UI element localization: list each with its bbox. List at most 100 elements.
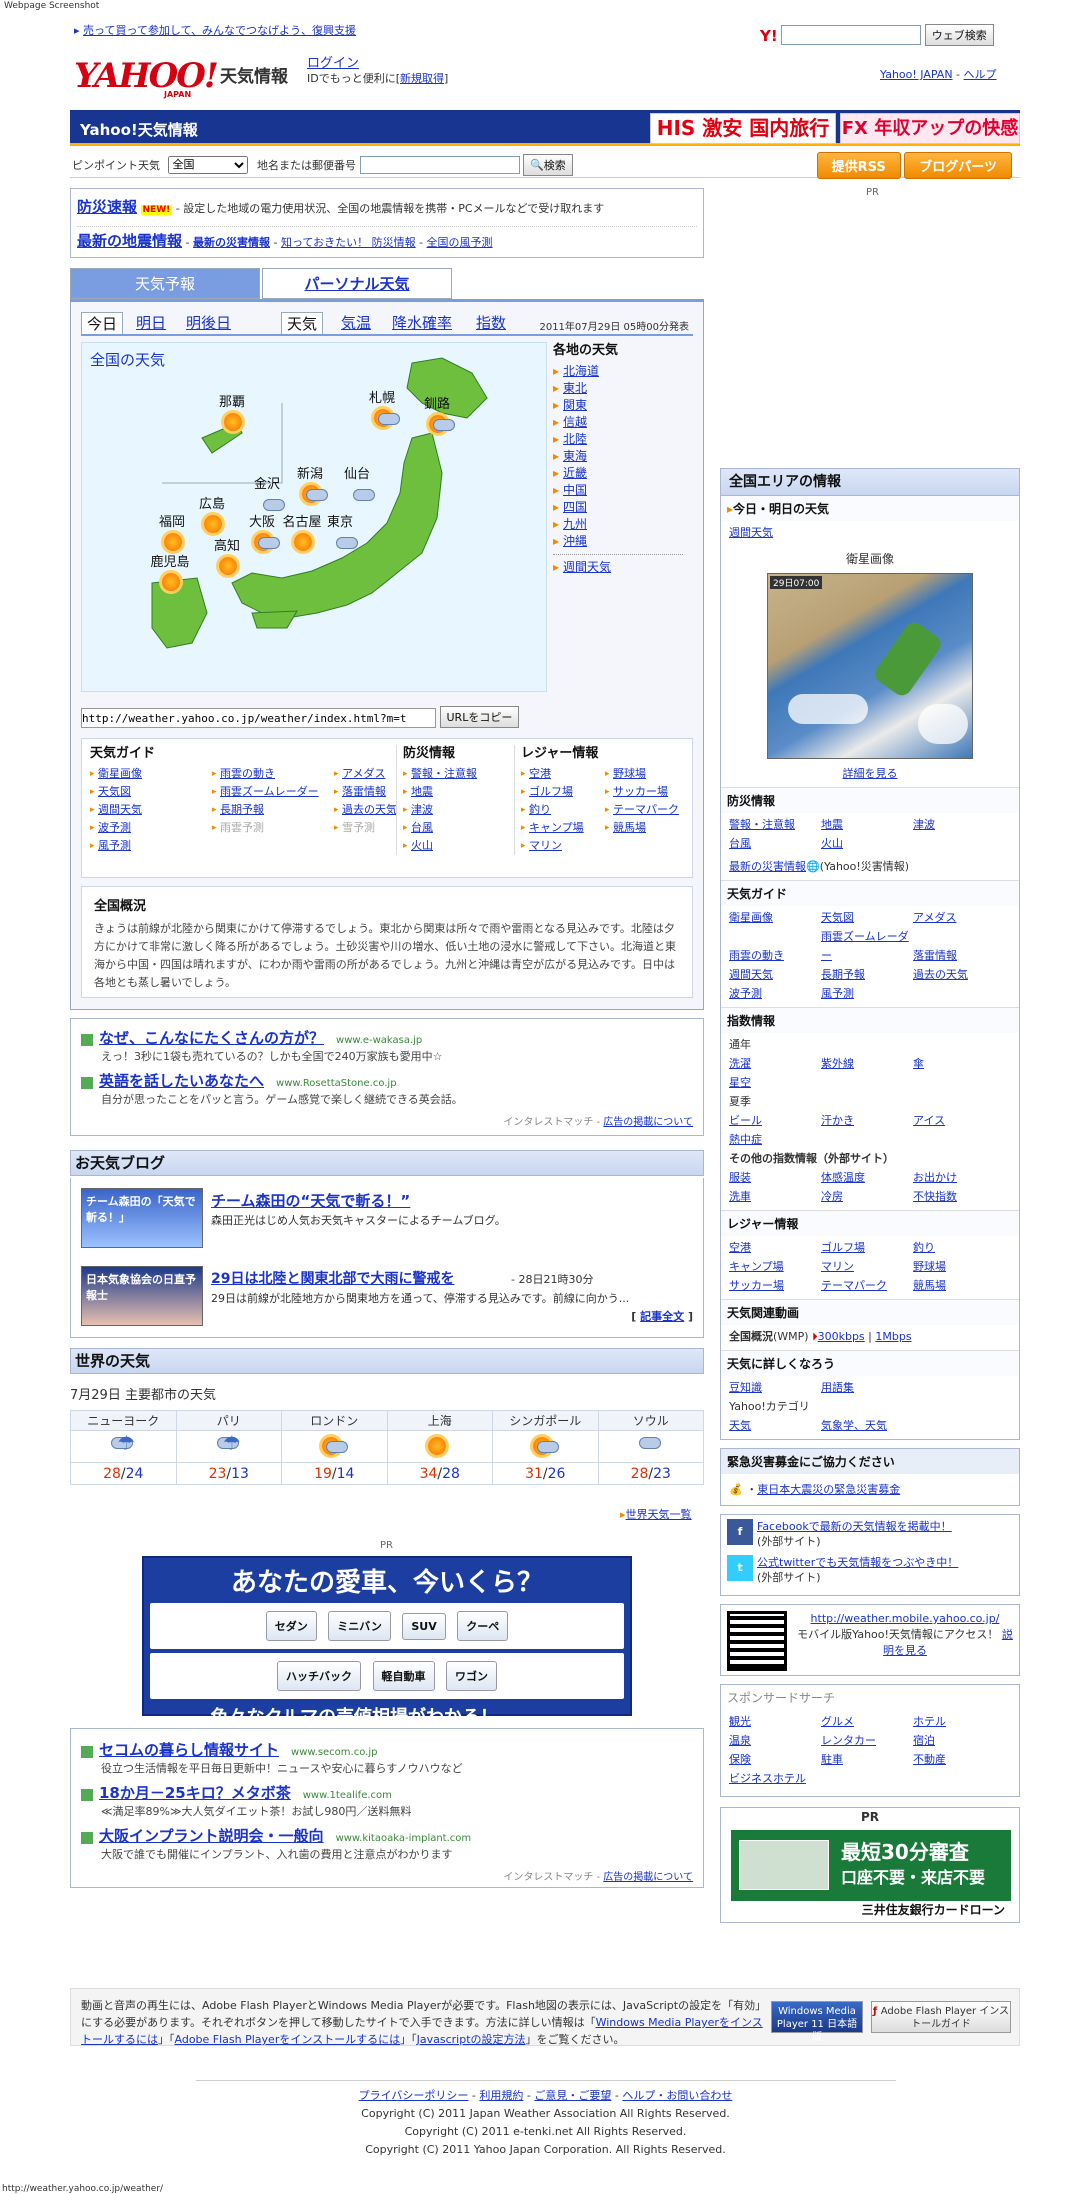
donate-link[interactable]: 東日本大震災の緊急災害募金 bbox=[757, 1480, 900, 1499]
rail-link[interactable]: 週間天気 bbox=[729, 965, 821, 984]
his-banner-ad[interactable]: HIS 激安 国内旅行 bbox=[650, 113, 836, 144]
rail-link[interactable]: 汗かき bbox=[821, 1111, 913, 1130]
satellite-image[interactable]: 29日07:00 bbox=[767, 573, 973, 759]
rail-link[interactable]: 衛星画像 bbox=[729, 908, 821, 927]
tab-tomorrow[interactable]: 明日 bbox=[131, 312, 171, 334]
rail-link[interactable]: 台風 bbox=[729, 834, 821, 853]
ad-meta-link[interactable]: 広告の掲載について bbox=[603, 1117, 693, 1128]
zip-input[interactable] bbox=[359, 156, 520, 174]
blogparts-button[interactable]: ブログパーツ bbox=[904, 152, 1012, 179]
rail-link[interactable]: ゴルフ場 bbox=[821, 1238, 913, 1257]
guide-link[interactable]: 長期予報 bbox=[212, 801, 334, 819]
footer-help-link[interactable]: ヘルプ・お問い合わせ bbox=[622, 2089, 732, 2102]
rail-link[interactable]: テーマパーク bbox=[821, 1276, 913, 1295]
rail-link[interactable]: 宿泊 bbox=[913, 1731, 1005, 1750]
rail-link[interactable]: 洗濯 bbox=[729, 1054, 821, 1073]
flash-install-link[interactable]: Adobe Flash Playerをインストールするには bbox=[175, 2033, 401, 2046]
blog1-title[interactable]: チーム森田の“天気で斬る！” bbox=[211, 1190, 410, 1211]
terms-link[interactable]: 利用規約 bbox=[479, 2089, 523, 2102]
bank-loan-ad[interactable]: 最短30分審査 口座不要・来店不要 三井住友銀行カードローン bbox=[731, 1830, 1011, 1918]
top-promo-link[interactable]: ▸ 売って買って参加して、みんなでつなげよう、復興支援 bbox=[74, 22, 356, 38]
feedback-link[interactable]: ご意見・ご要望 bbox=[534, 2089, 611, 2102]
rail-link[interactable]: 津波 bbox=[913, 815, 1005, 834]
rail-link[interactable]: 長期予報 bbox=[821, 965, 913, 984]
yahoo-japan-link[interactable]: Yahoo! JAPAN bbox=[880, 68, 953, 81]
leisure-link[interactable]: 競馬場 bbox=[605, 819, 689, 837]
tab-today[interactable]: 今日 bbox=[81, 312, 124, 334]
rail-link[interactable]: アメダス bbox=[913, 908, 1005, 927]
disaster-news-link[interactable]: 最新の災害情報 bbox=[193, 236, 270, 249]
rail-link[interactable]: 競馬場 bbox=[913, 1276, 1005, 1295]
ad-title-link[interactable]: なぜ、こんなにたくさんの方が？ bbox=[99, 1029, 324, 1047]
rail-link[interactable]: お出かけ bbox=[913, 1168, 1005, 1187]
rail-link[interactable]: 服装 bbox=[729, 1168, 821, 1187]
rail-link[interactable]: 波予測 bbox=[729, 984, 821, 1003]
rail-link[interactable]: 過去の天気 bbox=[913, 965, 1005, 984]
wind-forecast-link[interactable]: 全国の風予測 bbox=[427, 236, 493, 249]
facebook-link[interactable]: Facebookで最新の天気情報を掲載中！ bbox=[757, 1520, 952, 1533]
fx-banner-ad[interactable]: FX 年収アップの快感 bbox=[840, 113, 1020, 144]
region-link[interactable]: 東北 bbox=[553, 380, 683, 397]
blog2-title[interactable]: 29日は北陸と関東北部で大雨に警戒を bbox=[211, 1268, 454, 1288]
region-link[interactable]: 信越 bbox=[553, 414, 683, 431]
tab-index[interactable]: 指数 bbox=[471, 312, 511, 334]
ad-meta-2-link[interactable]: 広告の掲載について bbox=[603, 1872, 693, 1883]
rail-link[interactable]: 野球場 bbox=[913, 1257, 1005, 1276]
tab-weather[interactable]: 天気 bbox=[281, 312, 324, 334]
page-url-field[interactable] bbox=[81, 708, 436, 728]
rail-link[interactable]: レンタカー bbox=[821, 1731, 913, 1750]
register-link[interactable]: 新規取得 bbox=[400, 72, 444, 85]
rail-link[interactable]: マリン bbox=[821, 1257, 913, 1276]
guide-link[interactable]: 衛星画像 bbox=[90, 765, 212, 783]
ad-title-link[interactable]: 大阪インプラント説明会・一般向 bbox=[99, 1827, 324, 1845]
rail-link[interactable]: 天気図 bbox=[821, 908, 913, 927]
region-link[interactable]: 関東 bbox=[553, 397, 683, 414]
rail-link[interactable]: 熱中症 bbox=[729, 1130, 821, 1149]
leisure-link[interactable]: 空港 bbox=[521, 765, 605, 783]
guide-link[interactable]: 週間天気 bbox=[90, 801, 212, 819]
rail-link[interactable]: 体感温度 bbox=[821, 1168, 913, 1187]
mobile-url-link[interactable]: http://weather.mobile.yahoo.co.jp/ bbox=[811, 1612, 1000, 1625]
quake-link[interactable]: 最新の地震情報 bbox=[77, 232, 182, 250]
region-select[interactable]: 全国 bbox=[167, 156, 248, 174]
blog1-thumbnail[interactable]: チーム森田の「天気で斬る！」 bbox=[81, 1188, 203, 1248]
ad-title-link[interactable]: 英語を話したいあなたへ bbox=[99, 1072, 264, 1090]
leisure-link[interactable]: 野球場 bbox=[605, 765, 689, 783]
tab-dayafter[interactable]: 明後日 bbox=[181, 312, 236, 334]
sat-more-link[interactable]: 詳細を見る bbox=[843, 767, 898, 780]
category-meteorology-link[interactable]: 気象学、天気 bbox=[821, 1416, 887, 1435]
know-bousai-link[interactable]: 知っておきたい！ 防災情報 bbox=[281, 236, 416, 249]
rail-link[interactable]: 星空 bbox=[729, 1073, 821, 1092]
rail-link[interactable]: 落雷情報 bbox=[913, 946, 1005, 965]
rail-link[interactable]: 地震 bbox=[821, 815, 913, 834]
leisure-link[interactable]: サッカー場 bbox=[605, 783, 689, 801]
ad-title-link[interactable]: セコムの暮らし情報サイト bbox=[99, 1741, 279, 1759]
tab-forecast[interactable]: 天気予報 bbox=[70, 268, 260, 299]
rail-link[interactable]: 保険 bbox=[729, 1750, 821, 1769]
car-type-minivan[interactable]: ミニバン bbox=[328, 1611, 391, 1641]
rail-link[interactable]: 不快指数 bbox=[913, 1187, 1005, 1206]
rail-link[interactable]: キャンプ場 bbox=[729, 1257, 821, 1276]
car-type-coupe[interactable]: クーペ bbox=[457, 1611, 509, 1641]
region-link[interactable]: 沖縄 bbox=[553, 533, 683, 550]
rail-link[interactable]: 観光 bbox=[729, 1712, 821, 1731]
guide-link[interactable]: 雨雲ズームレーダー bbox=[212, 783, 334, 801]
yahoo-logo[interactable]: YAHOO! JAPAN bbox=[74, 58, 219, 99]
rail-link[interactable]: 警報・注意報 bbox=[729, 815, 821, 834]
rail-link[interactable]: 駐車 bbox=[821, 1750, 913, 1769]
rail-link[interactable]: 空港 bbox=[729, 1238, 821, 1257]
guide-link[interactable]: 波予測 bbox=[90, 819, 212, 837]
car-value-ad[interactable]: あなたの愛車、今いくら？ セダン ミニバン SUV クーペ ハッチバック 軽自動… bbox=[142, 1556, 632, 1728]
region-weekly-link[interactable]: 週間天気 bbox=[553, 559, 683, 576]
login-link[interactable]: ログイン bbox=[307, 56, 359, 71]
blog2-thumbnail[interactable]: 日本気象協会の日直予報士 bbox=[81, 1266, 203, 1326]
region-link[interactable]: 北海道 bbox=[553, 363, 683, 380]
region-link[interactable]: 四国 bbox=[553, 499, 683, 516]
rail-link[interactable]: 釣り bbox=[913, 1238, 1005, 1257]
rail-link[interactable]: 風予測 bbox=[821, 984, 913, 1003]
rail-link[interactable]: グルメ bbox=[821, 1712, 913, 1731]
japan-weather-map[interactable]: 全国の天気 那覇 札幌 釧路 新潟 仙台 金沢 広島 福岡 高知 大阪 名古屋 東京 鹿児島 bbox=[81, 342, 547, 692]
blog2-more-link[interactable]: 記事全文 bbox=[640, 1310, 684, 1323]
bousai-link[interactable]: 地震 bbox=[403, 783, 503, 801]
rss-button[interactable]: 提供RSS bbox=[816, 152, 901, 179]
